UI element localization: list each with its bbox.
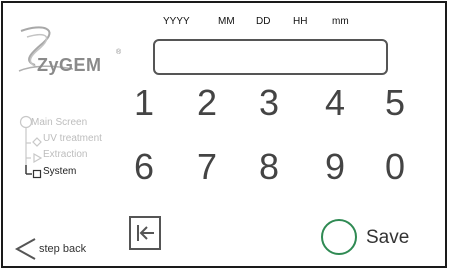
nav-uv-treatment[interactable]: UV treatment [43,133,102,144]
nav-system[interactable]: System [43,166,76,177]
diamond-icon [32,137,42,147]
logo-text: ZyGEM [37,55,102,75]
date-label-day: DD [256,16,271,27]
step-back-label: step back [39,243,87,255]
key-6[interactable]: 6 [124,147,164,187]
back-to-start-button[interactable] [129,216,161,250]
key-5[interactable]: 5 [375,83,415,123]
save-circle-icon [321,219,357,255]
nav-extraction[interactable]: Extraction [43,149,87,160]
date-label-month: MM [218,16,235,27]
key-8[interactable]: 8 [249,147,289,187]
save-label: Save [366,227,410,248]
screen-frame: ZyGEM ® YYYY MM DD HH mm 1 2 3 4 5 6 7 8… [1,1,447,268]
key-3[interactable]: 3 [249,83,289,123]
key-1[interactable]: 1 [124,83,164,123]
date-label-year: YYYY [163,16,190,27]
date-label-minute: mm [332,16,349,27]
key-7[interactable]: 7 [187,147,227,187]
save-button[interactable]: Save [321,219,421,259]
datetime-display-field[interactable] [153,39,388,75]
step-back-arrow-icon [14,238,36,260]
key-4[interactable]: 4 [315,83,355,123]
key-9[interactable]: 9 [315,147,355,187]
arrow-left-bar-icon [137,225,154,241]
square-icon [32,169,42,179]
date-label-hour: HH [293,16,308,27]
nav-main-screen[interactable]: Main Screen [31,117,87,128]
logo-registered-mark: ® [116,49,122,56]
key-0[interactable]: 0 [375,147,415,187]
key-2[interactable]: 2 [187,83,227,123]
play-triangle-icon [33,153,42,163]
